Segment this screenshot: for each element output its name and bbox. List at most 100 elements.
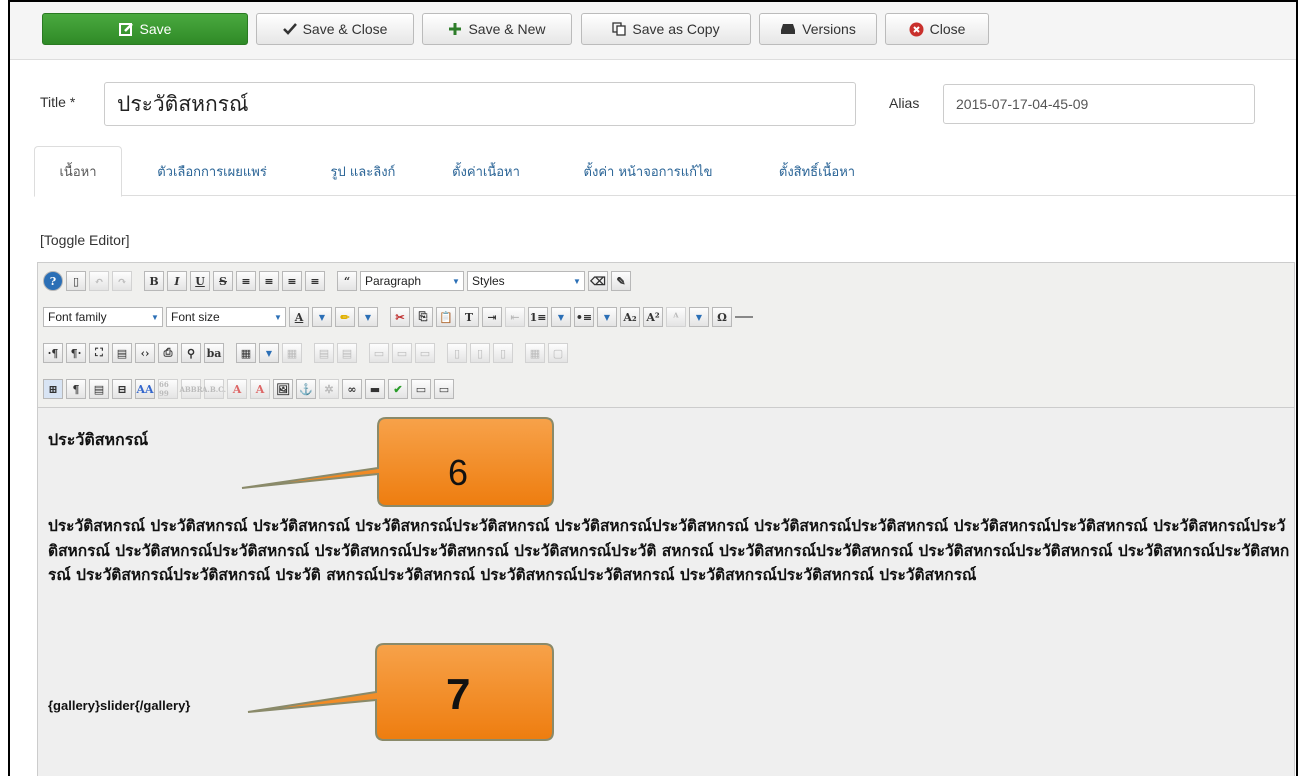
preview-icon[interactable]: ▤ — [112, 343, 132, 363]
layout-icon[interactable]: ▭ — [434, 379, 454, 399]
save-as-copy-button[interactable]: Save as Copy — [581, 13, 751, 45]
visual-aid-icon[interactable]: ⊞ — [43, 379, 63, 399]
find-icon[interactable]: ⚲ — [181, 343, 201, 363]
media-icon[interactable]: ▬ — [365, 379, 385, 399]
chevron-down-icon[interactable]: ▼ — [597, 307, 617, 327]
show-blocks-icon[interactable]: ¶ — [66, 379, 86, 399]
code-icon[interactable]: ‹› — [135, 343, 155, 363]
delete-row-icon[interactable]: ▭ — [415, 343, 435, 363]
tab-publishing[interactable]: ตัวเลือกการเผยแพร่ — [126, 146, 298, 196]
alias-input[interactable]: 2015-07-17-04-45-09 — [943, 84, 1255, 124]
col-after-icon[interactable]: ▯ — [470, 343, 490, 363]
editor-content-area[interactable]: ประวัติสหกรณ์ ประวัติสหกรณ์ ประวัติสหกรณ… — [37, 408, 1295, 776]
align-left-icon[interactable]: ≡ — [282, 271, 302, 291]
text-color-icon[interactable]: A — [289, 307, 309, 327]
styles-select-value: Styles — [472, 274, 505, 288]
versions-button[interactable]: Versions — [759, 13, 877, 45]
anchor-icon[interactable]: ⚓ — [296, 379, 316, 399]
format-select[interactable]: Paragraph ▼ — [360, 271, 464, 291]
text-direction-icon[interactable]: ᴬ — [666, 307, 686, 327]
replace-icon[interactable]: ba — [204, 343, 224, 363]
callout-6-number: 6 — [448, 452, 469, 493]
redo-icon[interactable]: ↷ — [112, 271, 132, 291]
italic-icon[interactable]: I — [167, 271, 187, 291]
action-toolbar: Save Save & Close Save & New Save as Cop… — [10, 2, 1296, 60]
numbered-list-icon[interactable]: 1≡ — [528, 307, 548, 327]
undo-icon[interactable]: ↶ — [89, 271, 109, 291]
font-family-select[interactable]: Font family ▼ — [43, 307, 163, 327]
save-close-button[interactable]: Save & Close — [256, 13, 414, 45]
acronym-icon[interactable]: A.B.C. — [202, 379, 226, 399]
title-input[interactable]: ประวัติสหกรณ์ — [104, 82, 856, 126]
save-as-copy-label: Save as Copy — [632, 21, 720, 37]
delete-col-icon[interactable]: ▯ — [493, 343, 513, 363]
paste-icon[interactable]: 📋 — [436, 307, 456, 327]
paste-text-icon[interactable]: T — [459, 307, 479, 327]
special-character-icon[interactable]: Ω — [712, 307, 732, 327]
cell-props-icon[interactable]: ▤ — [337, 343, 357, 363]
rtl-icon[interactable]: ¶· — [66, 343, 86, 363]
cite-icon[interactable]: 66 99 — [158, 379, 178, 399]
styles-select[interactable]: Styles ▼ — [467, 271, 585, 291]
align-right-icon[interactable]: ≡ — [305, 271, 325, 291]
abbr-icon[interactable]: ABBR — [179, 379, 203, 399]
print-icon[interactable]: ⎙ — [158, 343, 178, 363]
close-button[interactable]: Close — [885, 13, 989, 45]
blockquote-icon[interactable]: “ — [337, 271, 357, 291]
template-icon[interactable]: ▤ — [89, 379, 109, 399]
layer-icon[interactable]: ▭ — [411, 379, 431, 399]
cleanup-brush-icon[interactable]: ✎ — [611, 271, 631, 291]
chevron-down-icon[interactable]: ▼ — [689, 307, 709, 327]
tab-options[interactable]: ตั้งค่าเนื้อหา — [428, 146, 544, 196]
toggle-editor-link[interactable]: [Toggle Editor] — [40, 232, 130, 248]
bold-icon[interactable]: B — [144, 271, 164, 291]
col-before-icon[interactable]: ▯ — [447, 343, 467, 363]
fullscreen-icon[interactable]: ⛶ — [89, 343, 109, 363]
underline-icon[interactable]: U — [190, 271, 210, 291]
split-cells-icon[interactable]: ▢ — [548, 343, 568, 363]
ltr-icon[interactable]: ·¶ — [43, 343, 63, 363]
strikethrough-icon[interactable]: S — [213, 271, 233, 291]
outdent-icon[interactable]: ⇤ — [505, 307, 525, 327]
indent-icon[interactable]: ⇥ — [482, 307, 502, 327]
align-justify-icon[interactable]: ≡ — [236, 271, 256, 291]
superscript-icon[interactable]: A² — [643, 307, 663, 327]
copy-icon[interactable]: ⎘ — [413, 307, 433, 327]
spellcheck-icon[interactable]: ✔ — [388, 379, 408, 399]
chevron-down-icon[interactable]: ▼ — [259, 343, 279, 363]
font-style-icon[interactable]: AA — [135, 379, 155, 399]
bullet-list-icon[interactable]: •≡ — [574, 307, 594, 327]
chevron-down-icon[interactable]: ▼ — [551, 307, 571, 327]
tab-editor-config[interactable]: ตั้งค่า หน้าจอการแก้ไข — [548, 146, 748, 196]
horizontal-rule-icon[interactable] — [735, 316, 753, 318]
save-button[interactable]: Save — [42, 13, 248, 45]
subscript-icon[interactable]: A₂ — [620, 307, 640, 327]
chevron-down-icon[interactable]: ▼ — [358, 307, 378, 327]
help-icon[interactable]: ? — [43, 271, 63, 291]
tab-content[interactable]: เนื้อหา — [34, 146, 122, 197]
chevron-down-icon[interactable]: ▼ — [312, 307, 332, 327]
font-size-select[interactable]: Font size ▼ — [166, 307, 286, 327]
row-props-icon[interactable]: ▤ — [314, 343, 334, 363]
tab-permissions[interactable]: ตั้งสิทธิ์เนื้อหา — [752, 146, 882, 196]
merge-cells-icon[interactable]: ▦ — [525, 343, 545, 363]
cancel-icon — [909, 22, 924, 37]
highlight-color-icon[interactable]: ✏ — [335, 307, 355, 327]
row-after-icon[interactable]: ▭ — [392, 343, 412, 363]
insert-table-icon[interactable]: ▦ — [236, 343, 256, 363]
align-center-icon[interactable]: ≡ — [259, 271, 279, 291]
new-document-icon[interactable]: ▯ — [66, 271, 86, 291]
unlink-icon[interactable]: ✲ — [319, 379, 339, 399]
save-new-button[interactable]: Save & New — [422, 13, 572, 45]
delete-text-icon[interactable]: A — [227, 379, 247, 399]
image-edit-icon[interactable]: 🖼 — [273, 379, 293, 399]
pagebreak-icon[interactable]: ⊟ — [112, 379, 132, 399]
link-icon[interactable]: ∞ — [342, 379, 362, 399]
eraser-icon[interactable]: ⌫ — [588, 271, 608, 291]
checkmark-icon — [282, 23, 297, 35]
row-before-icon[interactable]: ▭ — [369, 343, 389, 363]
insert-text-icon[interactable]: A — [250, 379, 270, 399]
tab-images-links[interactable]: รูป และลิงก์ — [302, 146, 424, 196]
delete-table-icon[interactable]: ▦ — [282, 343, 302, 363]
cut-icon[interactable]: ✂ — [390, 307, 410, 327]
